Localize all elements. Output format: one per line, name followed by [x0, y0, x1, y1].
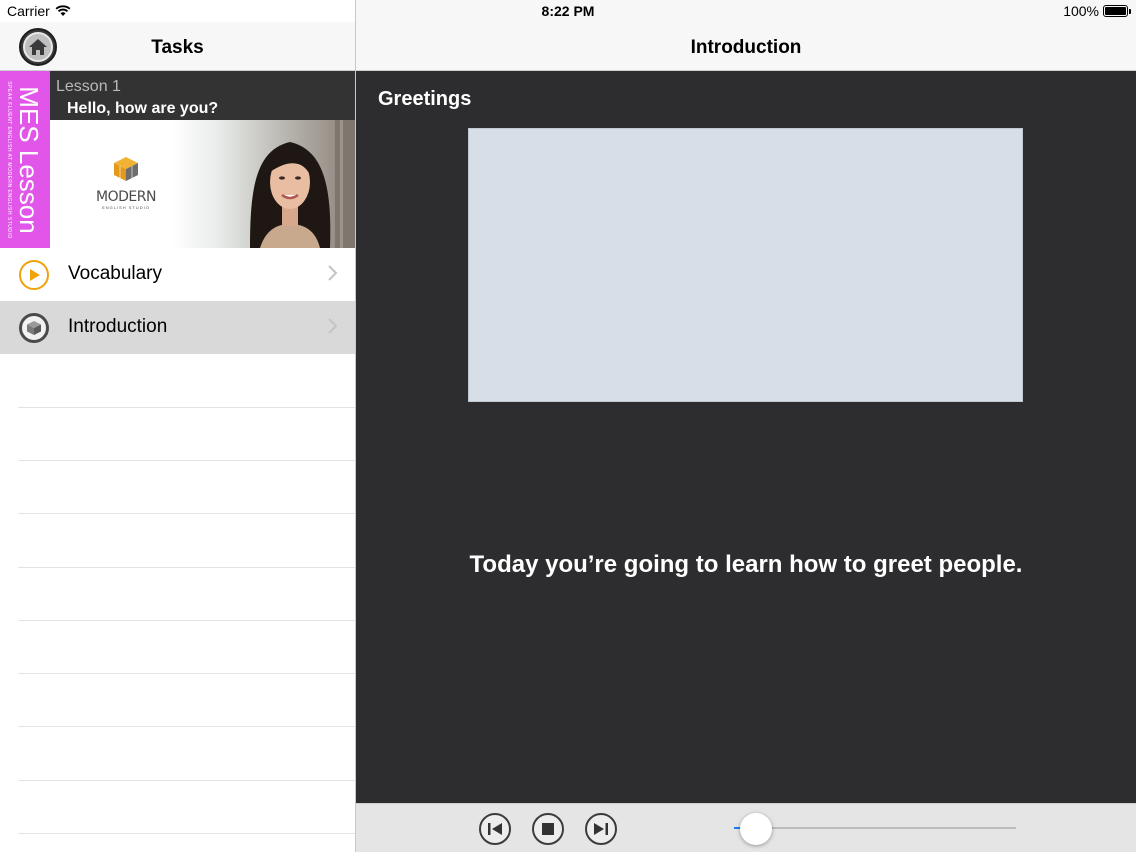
- list-divider: [18, 513, 355, 514]
- list-divider: [18, 460, 355, 461]
- lesson-tab-title: MES Lesson: [14, 85, 44, 234]
- play-circle-icon: [19, 260, 49, 290]
- list-divider: [18, 673, 355, 674]
- skip-back-icon: [488, 823, 502, 835]
- stop-button[interactable]: [532, 813, 564, 845]
- task-row-introduction[interactable]: Introduction: [0, 301, 355, 354]
- list-divider: [18, 620, 355, 621]
- task-row-vocabulary[interactable]: Vocabulary: [0, 248, 355, 301]
- media-placeholder[interactable]: [468, 128, 1023, 402]
- logo-text: MODERN: [96, 189, 156, 205]
- teacher-portrait: [250, 120, 355, 248]
- modern-english-studio-logo: MODERN ENGLISH STUDIO: [96, 156, 156, 210]
- playback-slider-thumb[interactable]: [740, 813, 773, 845]
- battery-icon: [1103, 5, 1131, 17]
- page-title: Introduction: [690, 37, 802, 58]
- lesson-tab: MES Lesson SPEAK FLUENT ENGLISH AT MODER…: [0, 71, 50, 248]
- list-divider: [18, 567, 355, 568]
- chevron-right-icon: [328, 265, 337, 281]
- next-button[interactable]: [585, 813, 617, 845]
- logo-cube-icon: [114, 157, 138, 181]
- previous-button[interactable]: [479, 813, 511, 845]
- battery-percent: 100%: [1063, 3, 1099, 19]
- list-divider: [18, 407, 355, 408]
- status-bar: Carrier 8:22 PM 100%: [0, 0, 1136, 22]
- lesson-number: Lesson 1: [56, 78, 121, 95]
- lesson-image: MODERN ENGLISH STUDIO: [50, 120, 355, 248]
- logo-subtext: ENGLISH STUDIO: [102, 205, 150, 210]
- playback-slider-track[interactable]: [734, 827, 1016, 829]
- task-label-vocabulary: Vocabulary: [68, 263, 163, 284]
- task-label-introduction: Introduction: [68, 316, 168, 337]
- list-divider: [18, 780, 355, 781]
- main-content: Greetings Today you’re going to learn ho…: [356, 71, 1136, 803]
- lesson-caption: Today you’re going to learn how to greet…: [469, 551, 1023, 578]
- list-divider: [18, 726, 355, 727]
- status-time: 8:22 PM: [541, 3, 595, 19]
- section-heading: Greetings: [378, 88, 472, 110]
- chevron-right-icon: [328, 318, 337, 334]
- list-divider: [18, 833, 355, 834]
- skip-forward-icon: [594, 823, 608, 835]
- sidebar-nav-bar: Tasks: [0, 22, 355, 71]
- lesson-card[interactable]: MES Lesson SPEAK FLUENT ENGLISH AT MODER…: [0, 71, 355, 248]
- main-nav-bar: Introduction: [356, 22, 1136, 71]
- stop-icon: [542, 823, 554, 835]
- playback-toolbar: [356, 803, 1136, 852]
- lesson-tab-subtitle: SPEAK FLUENT ENGLISH AT MODERN ENGLISH S…: [6, 80, 12, 239]
- lesson-title: Hello, how are you?: [67, 100, 219, 117]
- sidebar: Tasks MES Lesson SPEAK FLUENT ENGLISH AT…: [0, 0, 356, 852]
- cube-icon: [19, 313, 49, 343]
- sidebar-title: Tasks: [151, 37, 204, 58]
